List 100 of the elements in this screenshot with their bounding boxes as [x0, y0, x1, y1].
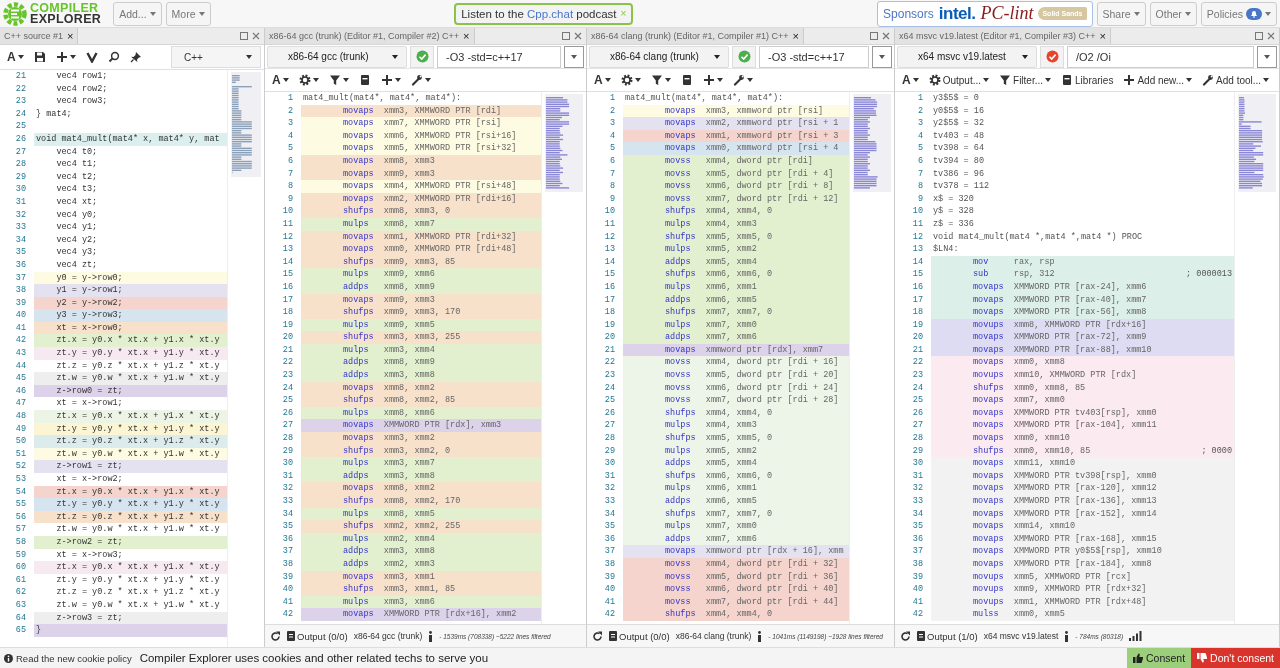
- font-size-button[interactable]: A: [268, 71, 293, 89]
- close-icon[interactable]: [252, 32, 260, 40]
- add-button[interactable]: Add new...: [1119, 71, 1197, 89]
- refresh-button[interactable]: [270, 630, 281, 642]
- menu-button[interactable]: Add...: [113, 1, 162, 26]
- options-dropdown-button[interactable]: [564, 45, 584, 68]
- maximize-icon[interactable]: [1255, 32, 1263, 40]
- options-dropdown-button[interactable]: [872, 45, 892, 68]
- refresh-button[interactable]: [592, 630, 603, 642]
- settings-button[interactable]: Output...: [924, 71, 994, 89]
- line-number: 37: [911, 545, 924, 558]
- code-text: movaps xmm6, XMMWORD PTR [rsi+16]: [342, 129, 517, 143]
- info-icon[interactable]: [1064, 630, 1070, 642]
- output-button[interactable]: Output (0/0): [287, 630, 348, 642]
- language-select[interactable]: C++: [171, 46, 261, 68]
- close-icon[interactable]: [882, 32, 890, 40]
- code-text: zt.x = y0.x * xt.x + y1.x * xt.y: [55, 334, 220, 348]
- code-text: shufps xmm3, xmm3, 255: [342, 331, 461, 344]
- line-number: 38: [14, 284, 27, 297]
- line-number: 29: [603, 444, 616, 458]
- editor-tab[interactable]: C++ source #1 ×: [0, 28, 79, 44]
- line-number: 28: [911, 432, 924, 445]
- menu-button[interactable]: Share: [1096, 1, 1146, 26]
- tab-close-button[interactable]: ×: [792, 30, 800, 42]
- code-text: mat4_mult(mat4*, mat4*, mat4*):: [303, 92, 462, 105]
- line-number: 5: [608, 142, 616, 155]
- line-number: 35: [14, 246, 27, 259]
- code-text: movaps xmm7, xmm0: [972, 394, 1065, 407]
- menu-button[interactable]: Other: [1149, 1, 1197, 26]
- minimap-drawing[interactable]: [1238, 94, 1276, 193]
- sponsor-logo[interactable]: intel.: [938, 3, 976, 24]
- close-icon[interactable]: [574, 32, 582, 40]
- line-number: 42: [14, 334, 27, 348]
- tab-close-button[interactable]: ×: [463, 30, 470, 42]
- sponsor-logo[interactable]: PC-lint: [980, 3, 1034, 24]
- decline-button[interactable]: Don't consent: [1191, 648, 1280, 668]
- options-field[interactable]: /O2 /Oi: [1067, 45, 1254, 68]
- code-text: movaps xmm11, xmm10: [972, 457, 1076, 470]
- line-number: 36: [911, 532, 924, 546]
- compiler-select[interactable]: x64 msvc v19.latest: [897, 45, 1037, 68]
- filter-button[interactable]: Filter...: [995, 71, 1056, 89]
- refresh-button[interactable]: [900, 630, 911, 642]
- logo-text[interactable]: COMPILER EXPLORER: [30, 2, 102, 25]
- maximize-icon[interactable]: [240, 32, 248, 40]
- line-number: 14: [911, 255, 924, 269]
- code-text: addps xmm8, xmm9: [342, 356, 435, 370]
- line-number: 9: [286, 192, 294, 206]
- options-dropdown-button[interactable]: [1257, 45, 1277, 68]
- editor-tab[interactable]: x64 msvc v19.latest (Editor #1, Compiler #3) C++ ×: [895, 28, 1112, 44]
- bars-icon[interactable]: [1129, 631, 1143, 641]
- line-number: 29: [911, 444, 924, 458]
- code-text: movss xmm4, dword ptr [rdi + 16]: [664, 356, 839, 370]
- info-icon[interactable]: [757, 630, 763, 642]
- line-number: 4: [286, 129, 294, 143]
- libraries-button[interactable]: Libraries: [1057, 71, 1118, 89]
- menu-button[interactable]: Policies: [1200, 1, 1277, 26]
- document-icon: [287, 631, 295, 641]
- line-number: 37: [14, 271, 27, 285]
- line-number: 13: [281, 243, 294, 256]
- podcast-link[interactable]: Cpp.chat: [527, 7, 574, 20]
- caret-icon: [571, 54, 577, 59]
- info-icon[interactable]: [428, 630, 434, 642]
- options-field[interactable]: -O3 -std=c++17: [759, 45, 869, 68]
- code-text: movaps xmm14, xmm10: [972, 520, 1076, 533]
- code-text: vec4 t3;: [55, 183, 98, 196]
- minimap-drawing[interactable]: [853, 94, 891, 193]
- caret-icon: [714, 54, 720, 59]
- options-field[interactable]: -O3 -std=c++17: [437, 45, 561, 68]
- close-icon[interactable]: [1267, 32, 1275, 40]
- code-text: shufps xmm6, xmm6, 0: [664, 469, 773, 483]
- line-number: 9: [608, 192, 616, 206]
- line-number: 15: [911, 268, 924, 281]
- cookie-policy-link[interactable]: Read the new cookie policy: [4, 652, 132, 664]
- line-number: 58: [14, 535, 27, 549]
- tab-close-button[interactable]: ×: [67, 30, 74, 42]
- code-text: z$ = 336: [933, 217, 974, 231]
- editor-tab[interactable]: x86-64 clang (trunk) (Editor #1, Compiler #1) C++ ×: [587, 28, 805, 44]
- line-number: 27: [911, 419, 924, 433]
- minimap-drawing[interactable]: [545, 94, 583, 193]
- compiler-select[interactable]: x86-64 clang (trunk): [589, 45, 729, 68]
- editor-tab[interactable]: x86-64 gcc (trunk) (Editor #1, Compiler #2) C++ ×: [265, 28, 475, 44]
- font-size-button[interactable]: A: [3, 48, 28, 66]
- compiler-select[interactable]: x86-64 gcc (trunk): [267, 45, 407, 68]
- menu-button[interactable]: More: [165, 1, 211, 26]
- line-number: 45: [14, 372, 27, 385]
- code-text: movaps XMMWORD PTR tv403[rsp], xmm0: [972, 406, 1157, 420]
- output-button[interactable]: Output (1/0): [917, 630, 978, 642]
- font-size-button[interactable]: A: [898, 71, 923, 89]
- consent-button[interactable]: Consent: [1127, 648, 1192, 668]
- code-text: mulps xmm2, xmm4: [342, 532, 435, 546]
- font-size-button[interactable]: A: [590, 71, 615, 89]
- line-number: 36: [603, 532, 616, 546]
- line-number: 7: [916, 167, 924, 181]
- maximize-icon[interactable]: [562, 32, 570, 40]
- tool-button[interactable]: Add tool...: [1198, 71, 1274, 89]
- tab-close-button[interactable]: ×: [1099, 30, 1107, 42]
- gear-icon: [928, 74, 941, 86]
- output-button[interactable]: Output (0/0): [609, 630, 670, 642]
- maximize-icon[interactable]: [870, 32, 878, 40]
- code-text: addps xmm2, xmm3: [342, 557, 435, 571]
